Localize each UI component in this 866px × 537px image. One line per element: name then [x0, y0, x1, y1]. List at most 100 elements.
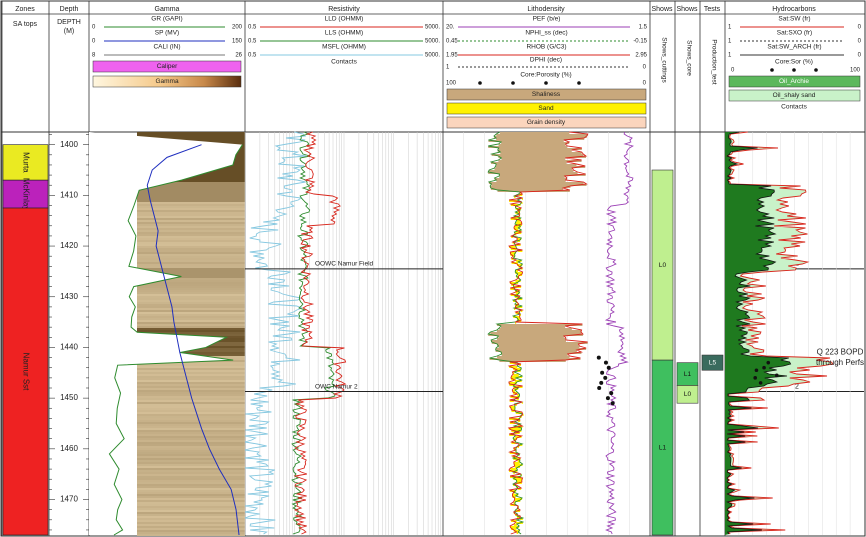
hydrocarbons-contacts-label: Contacts: [781, 104, 807, 111]
core-sor-point: [758, 381, 763, 385]
litho-fill-band: [498, 144, 566, 146]
lls-curve-max: 5000.: [425, 39, 440, 45]
lld-curve-max: 5000.: [425, 25, 440, 31]
gamma-fill-band: [137, 466, 245, 468]
sand-fill-label: Sand: [538, 105, 554, 112]
gamma-fill-band: [137, 474, 245, 476]
gamma-fill-band: [137, 472, 245, 474]
gamma-fill-band: [137, 456, 245, 458]
core-porosity-marker: [544, 81, 548, 85]
gamma-fill-band: [137, 440, 245, 442]
rhob-curve-name: RHOB (G/C3): [526, 44, 566, 51]
depth-tick-label: 1460: [60, 444, 78, 453]
gamma-fill-band: [137, 208, 245, 210]
gamma-fill-band: [137, 470, 245, 472]
depth-tick-label: 1410: [60, 190, 78, 199]
gamma-fill-band: [137, 400, 245, 402]
rhob-curve-max: 2.95: [635, 53, 647, 59]
litho-fill-band: [499, 328, 572, 330]
gamma-fill-band: [137, 366, 245, 368]
sp-curve-max: 150: [232, 39, 243, 45]
litho-fill-band: [495, 350, 577, 352]
gamma-fill-band: [137, 476, 245, 478]
zone-label: Murta: [21, 152, 30, 173]
sp-curve-name: SP (MV): [155, 30, 179, 37]
core-porosity-marker: [511, 81, 515, 85]
gamma-fill-band: [137, 230, 245, 232]
gamma-fill-band: [137, 398, 245, 400]
litho-fill-band: [491, 340, 566, 342]
core-porosity-min: 100: [446, 81, 457, 87]
gamma-fill-band: [137, 190, 245, 192]
rhob-curve-min: 1.95: [446, 53, 458, 59]
litho-fill-band: [515, 222, 522, 224]
gamma-fill-band: [137, 508, 245, 510]
core-porosity-point: [600, 370, 605, 375]
gamma-fill-band: [137, 308, 245, 310]
gamma-fill-band: [137, 286, 245, 288]
gamma-fill-band: [137, 378, 245, 380]
gamma-fill-band: [137, 482, 245, 484]
litho-fill-band: [498, 336, 564, 338]
contact-label: OWC Namur 2: [315, 383, 358, 390]
litho-fill-band: [497, 356, 570, 358]
oil-archie-fill-label: Oil_Archie: [779, 78, 809, 85]
gamma-fill-band: [137, 252, 245, 254]
core-sor-max: 100: [850, 68, 861, 74]
gamma-fill-band: [137, 316, 245, 318]
gamma-fill-band: [137, 214, 245, 216]
core-porosity-marker: [478, 81, 482, 85]
gamma-fill-band: [137, 326, 245, 328]
gamma-fill-band: [137, 434, 245, 436]
gamma-fill-band: [137, 426, 245, 428]
gamma-fill-band: [137, 220, 245, 222]
gamma-fill-band: [137, 268, 245, 270]
gamma-fill-band: [137, 416, 245, 418]
core-sor-point: [774, 373, 779, 378]
msfl-curve-name: MSFL (OHMM): [322, 44, 366, 51]
gamma-fill-band: [137, 514, 245, 516]
litho-fill-band: [501, 354, 568, 356]
core-sor-point: [754, 368, 759, 373]
dphi-curve-name: DPHI (dec): [530, 57, 562, 64]
shows_core-label: L1: [684, 371, 692, 378]
gamma-fill-band: [137, 290, 245, 292]
shows_cuttings-label: L0: [659, 262, 667, 269]
litho-fill-band: [491, 342, 588, 344]
shaliness-fill-label: Shaliness: [532, 91, 561, 98]
hydrocarbons-track-title: Hydrocarbons: [772, 6, 816, 13]
litho-fill-band: [510, 468, 517, 470]
litho-fill-band: [490, 188, 564, 190]
resistivity-contacts-label: Contacts: [331, 59, 357, 66]
gamma-fill-band: [137, 368, 245, 370]
gamma-fill-band: [137, 198, 245, 200]
gr-curve-name: GR (GAPI): [151, 16, 182, 23]
gamma-fill-band: [137, 202, 245, 204]
depth-tick-label: 1400: [60, 140, 78, 149]
gr-curve-max: 200: [232, 25, 243, 31]
core-porosity-point: [599, 380, 604, 385]
nphi-curve-min: 0.45: [446, 39, 458, 45]
depth-tick-label: 1440: [60, 343, 78, 352]
litho-fill-band: [493, 136, 587, 138]
core-porosity-point: [596, 355, 601, 360]
gamma-fill-band: [137, 262, 245, 264]
gamma-fill-band: [137, 288, 245, 290]
core-sor-point: [762, 365, 766, 370]
gamma-fill-band: [137, 526, 245, 528]
tests-track-title: Tests: [704, 6, 721, 13]
lls-curve-name: LLS (OHMM): [325, 30, 363, 37]
lithodensity-track-title: Lithodensity: [527, 6, 565, 13]
gamma-fill-band: [137, 404, 245, 406]
core-sor-name: Core:Sor (%): [775, 59, 813, 66]
litho-fill-band: [491, 162, 567, 164]
gamma-fill-band: [137, 228, 245, 230]
gamma-fill-band: [137, 312, 245, 314]
gamma-fill-band: [137, 422, 245, 424]
gamma-fill-band: [137, 204, 245, 206]
gamma-fill-band: [137, 436, 245, 438]
well-log-panel: Zones Depth Gamma Resistivity Lithodensity Sh…: [0, 0, 866, 537]
gamma-fill-band: [137, 500, 245, 502]
gamma-fill-band: [137, 402, 245, 404]
gamma-fill-band: [137, 258, 245, 260]
